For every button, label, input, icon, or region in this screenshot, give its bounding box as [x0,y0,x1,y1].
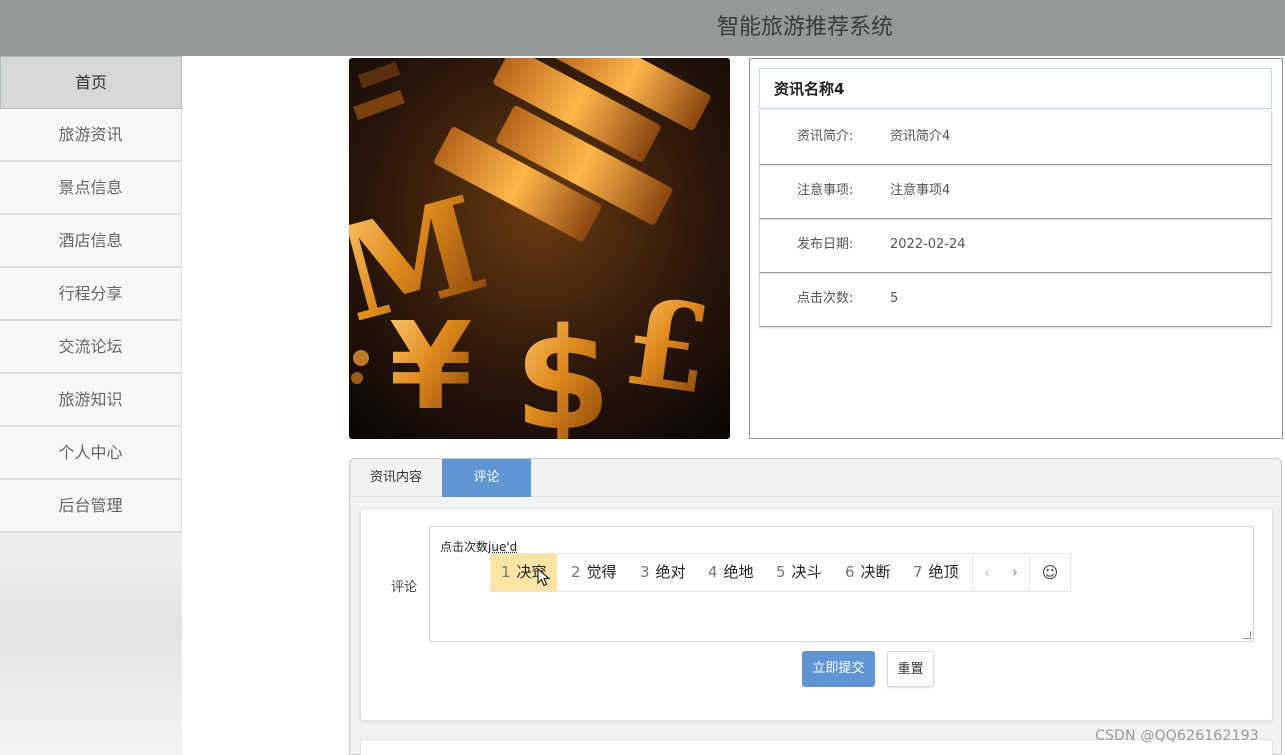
tab-bar: 资讯内容 评论 [350,459,1281,497]
ime-candidate[interactable]: 6 决断 [835,554,901,591]
info-label: 资讯简介: [797,111,853,163]
sidebar-item-home[interactable]: 首页 [0,56,182,109]
article-image: M ¥ $ £ [349,58,730,439]
sidebar: 首页 旅游资讯 景点信息 酒店信息 行程分享 交流论坛 旅游知识 个人中心 后台… [0,56,182,755]
resize-handle[interactable] [1243,631,1251,639]
sidebar-item-personal-center[interactable]: 个人中心 [0,427,182,480]
ime-candidate[interactable]: 3 绝对 [630,554,696,591]
ime-candidate[interactable]: 2 觉得 [561,554,627,591]
app-header: 智能旅游推荐系统 [0,0,1285,56]
comment-form: 评论 点击次数jue'd [360,508,1273,721]
sidebar-item-forum[interactable]: 交流论坛 [0,321,182,374]
ime-prev-page-icon[interactable]: ‹ [973,554,1001,591]
ime-candidate[interactable]: 5 决斗 [766,554,832,591]
sidebar-item-admin[interactable]: 后台管理 [0,480,182,533]
sidebar-item-hotels[interactable]: 酒店信息 [0,215,182,268]
emoji-icon[interactable]: ☺ [1029,554,1071,591]
tab-article-content[interactable]: 资讯内容 [350,459,442,497]
info-value: 2022-02-24 [890,219,966,271]
submit-button[interactable]: 立即提交 [802,651,875,687]
reset-button[interactable]: 重置 [887,651,934,687]
info-value: 注意事项4 [890,165,950,217]
sidebar-item-travel-news[interactable]: 旅游资讯 [0,109,182,162]
sidebar-item-itinerary-share[interactable]: 行程分享 [0,268,182,321]
ime-candidate[interactable]: 7 绝顶 [903,554,969,591]
sidebar-item-attractions[interactable]: 景点信息 [0,162,182,215]
info-row-publish-date: 发布日期: 2022-02-24 [759,219,1272,273]
svg-text:¥: ¥ [389,298,473,437]
svg-text:$: $ [514,299,611,439]
ime-composition: jue'd [488,540,517,554]
tab-comments[interactable]: 评论 [442,459,531,497]
sidebar-item-travel-knowledge[interactable]: 旅游知识 [0,374,182,427]
info-row-summary: 资讯简介: 资讯简介4 [759,111,1272,165]
info-row-click-count: 点击次数: 5 [759,273,1272,327]
info-value: 资讯简介4 [890,111,950,163]
article-tabs: 资讯内容 评论 评论 点击次数jue'd [349,458,1282,755]
info-label: 注意事项: [797,165,853,217]
currency-gold-image: M ¥ $ £ [349,58,730,439]
article-info-rows: 资讯简介: 资讯简介4 注意事项: 注意事项4 发布日期: 2022-02-24… [759,111,1272,327]
comment-label: 评论 [391,576,417,595]
info-label: 发布日期: [797,219,853,271]
info-value: 5 [890,273,898,325]
info-label: 点击次数: [797,273,853,325]
mouse-cursor-icon [537,568,551,588]
ime-candidate[interactable]: 4 绝地 [698,554,764,591]
article-name: 资讯名称4 [759,68,1272,109]
watermark: CSDN @QQ626162193 [1095,728,1259,744]
article-info-card: 资讯名称4 资讯简介: 资讯简介4 注意事项: 注意事项4 发布日期: 2022… [749,58,1283,439]
info-row-notes: 注意事项: 注意事项4 [759,165,1272,219]
ime-next-page-icon[interactable]: › [1001,554,1029,591]
ime-candidate-bar: 1 决窍 2 觉得 3 绝对 4 绝地 5 决斗 6 决断 7 绝顶 ‹ › ☺ [490,553,1071,592]
app-title: 智能旅游推荐系统 [0,0,1285,56]
